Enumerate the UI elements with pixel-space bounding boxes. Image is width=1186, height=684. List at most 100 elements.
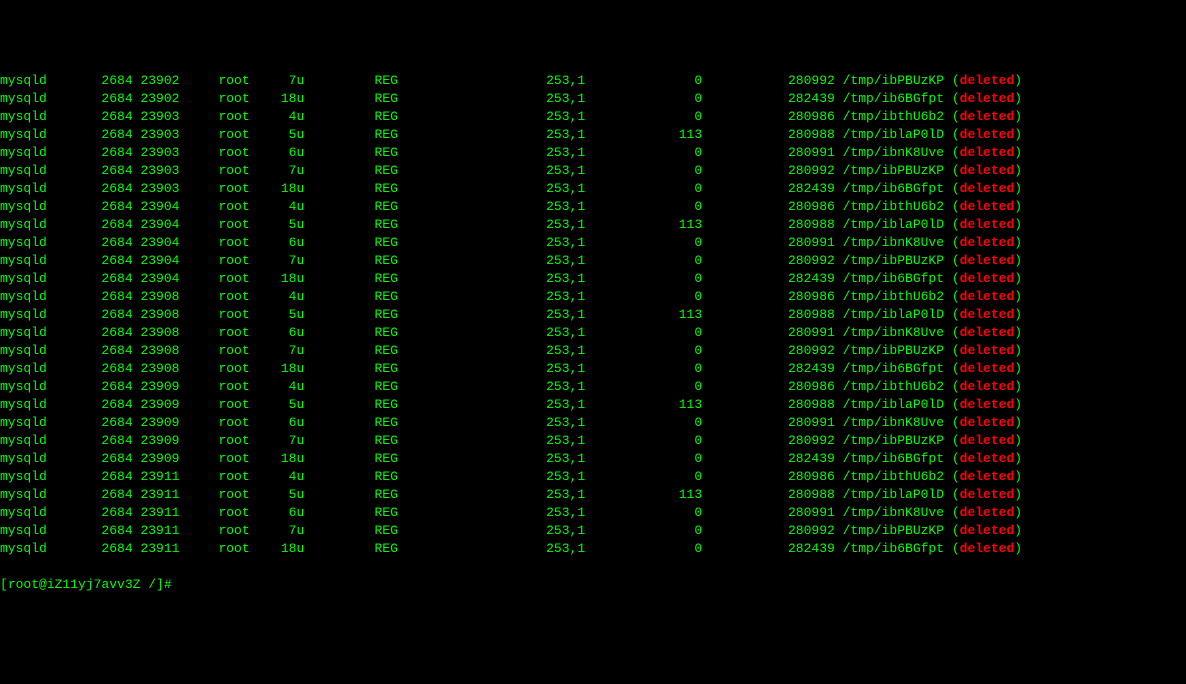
- lsof-row: mysqld 2684 23904 root 4u REG 253,1 0 28…: [0, 198, 1186, 216]
- col-command: mysqld: [0, 397, 70, 412]
- lsof-row: mysqld 2684 23909 root 7u REG 253,1 0 28…: [0, 432, 1186, 450]
- paren-open: (: [952, 145, 960, 160]
- deleted-tag: deleted: [960, 163, 1015, 178]
- col-size: 113: [585, 487, 702, 502]
- col-command: mysqld: [0, 73, 70, 88]
- col-size: 0: [585, 361, 702, 376]
- col-type: REG: [304, 235, 398, 250]
- deleted-tag: deleted: [960, 541, 1015, 556]
- deleted-tag: deleted: [960, 289, 1015, 304]
- col-type: REG: [304, 523, 398, 538]
- col-type: REG: [304, 253, 398, 268]
- col-name: /tmp/ib6BGfpt: [843, 361, 944, 376]
- paren-close: ): [1014, 415, 1022, 430]
- paren-open: (: [952, 307, 960, 322]
- col-tid: 23908: [133, 361, 180, 376]
- col-size: 0: [585, 235, 702, 250]
- paren-open: (: [952, 199, 960, 214]
- col-type: REG: [304, 145, 398, 160]
- col-command: mysqld: [0, 343, 70, 358]
- col-pid: 2684: [70, 235, 132, 250]
- col-node: 280991: [702, 325, 835, 340]
- col-command: mysqld: [0, 127, 70, 142]
- col-size: 0: [585, 505, 702, 520]
- paren-open: (: [952, 415, 960, 430]
- paren-close: ): [1014, 181, 1022, 196]
- paren-close: ): [1014, 325, 1022, 340]
- paren-open: (: [952, 433, 960, 448]
- col-pid: 2684: [70, 145, 132, 160]
- lsof-row: mysqld 2684 23911 root 18u REG 253,1 0 2…: [0, 540, 1186, 558]
- paren-close: ): [1014, 343, 1022, 358]
- paren-close: ): [1014, 199, 1022, 214]
- paren-close: ): [1014, 163, 1022, 178]
- col-device: 253,1: [398, 541, 585, 556]
- paren-close: ): [1014, 127, 1022, 142]
- col-fd: 5u: [250, 397, 305, 412]
- col-size: 0: [585, 271, 702, 286]
- col-user: root: [179, 505, 249, 520]
- col-command: mysqld: [0, 145, 70, 160]
- deleted-tag: deleted: [960, 307, 1015, 322]
- deleted-tag: deleted: [960, 361, 1015, 376]
- paren-close: ): [1014, 109, 1022, 124]
- col-pid: 2684: [70, 451, 132, 466]
- col-command: mysqld: [0, 271, 70, 286]
- deleted-tag: deleted: [960, 199, 1015, 214]
- col-fd: 18u: [250, 451, 305, 466]
- col-type: REG: [304, 289, 398, 304]
- col-user: root: [179, 199, 249, 214]
- col-size: 113: [585, 307, 702, 322]
- prompt-line[interactable]: [root@iZ11yj7avv3Z /]#: [0, 576, 1186, 594]
- col-name: /tmp/ibthU6b2: [843, 469, 944, 484]
- lsof-row: mysqld 2684 23908 root 5u REG 253,1 113 …: [0, 306, 1186, 324]
- col-tid: 23903: [133, 181, 180, 196]
- col-name: /tmp/ibPBUzKP: [843, 343, 944, 358]
- deleted-tag: deleted: [960, 379, 1015, 394]
- col-pid: 2684: [70, 523, 132, 538]
- lsof-row: mysqld 2684 23904 root 5u REG 253,1 113 …: [0, 216, 1186, 234]
- col-device: 253,1: [398, 487, 585, 502]
- col-tid: 23904: [133, 235, 180, 250]
- col-command: mysqld: [0, 109, 70, 124]
- col-user: root: [179, 415, 249, 430]
- lsof-row: mysqld 2684 23911 root 5u REG 253,1 113 …: [0, 486, 1186, 504]
- col-node: 282439: [702, 541, 835, 556]
- col-type: REG: [304, 91, 398, 106]
- col-command: mysqld: [0, 235, 70, 250]
- col-size: 113: [585, 217, 702, 232]
- col-command: mysqld: [0, 181, 70, 196]
- col-tid: 23902: [133, 91, 180, 106]
- terminal-output: mysqld 2684 23902 root 7u REG 253,1 0 28…: [0, 72, 1186, 558]
- lsof-row: mysqld 2684 23908 root 18u REG 253,1 0 2…: [0, 360, 1186, 378]
- col-device: 253,1: [398, 505, 585, 520]
- col-node: 280988: [702, 397, 835, 412]
- col-device: 253,1: [398, 361, 585, 376]
- col-user: root: [179, 163, 249, 178]
- col-command: mysqld: [0, 217, 70, 232]
- col-fd: 5u: [250, 217, 305, 232]
- col-name: /tmp/ibnK8Uve: [843, 145, 944, 160]
- lsof-row: mysqld 2684 23903 root 7u REG 253,1 0 28…: [0, 162, 1186, 180]
- col-node: 282439: [702, 451, 835, 466]
- col-node: 280988: [702, 217, 835, 232]
- paren-close: ): [1014, 541, 1022, 556]
- col-node: 280991: [702, 235, 835, 250]
- paren-open: (: [952, 487, 960, 502]
- col-type: REG: [304, 217, 398, 232]
- paren-open: (: [952, 343, 960, 358]
- paren-close: ): [1014, 397, 1022, 412]
- deleted-tag: deleted: [960, 271, 1015, 286]
- deleted-tag: deleted: [960, 415, 1015, 430]
- col-user: root: [179, 235, 249, 250]
- col-fd: 5u: [250, 307, 305, 322]
- col-size: 0: [585, 523, 702, 538]
- lsof-row: mysqld 2684 23902 root 7u REG 253,1 0 28…: [0, 72, 1186, 90]
- col-fd: 7u: [250, 523, 305, 538]
- col-type: REG: [304, 451, 398, 466]
- col-device: 253,1: [398, 91, 585, 106]
- paren-close: ): [1014, 235, 1022, 250]
- col-pid: 2684: [70, 415, 132, 430]
- lsof-row: mysqld 2684 23904 root 18u REG 253,1 0 2…: [0, 270, 1186, 288]
- col-name: /tmp/ibPBUzKP: [843, 433, 944, 448]
